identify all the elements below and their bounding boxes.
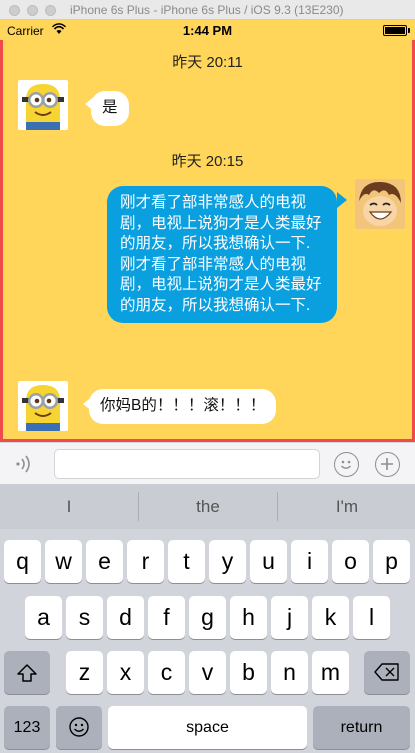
predictive-bar: I the I'm	[0, 484, 415, 529]
voice-wave-icon[interactable]	[14, 453, 40, 475]
emoji-key-icon	[69, 717, 89, 737]
key-y[interactable]: y	[209, 540, 246, 583]
timestamp-label: 昨天 20:11	[172, 54, 243, 71]
key-q[interactable]: q	[4, 540, 41, 583]
key-s[interactable]: s	[66, 596, 103, 639]
status-time: 1:44 PM	[182, 23, 233, 38]
contact-avatar[interactable]	[18, 381, 68, 431]
add-icon[interactable]	[375, 452, 400, 477]
suggestion-item[interactable]: the	[139, 484, 277, 529]
key-c[interactable]: c	[148, 651, 185, 694]
simulator-title-bar: iPhone 6s Plus - iPhone 6s Plus / iOS 9.…	[0, 0, 415, 20]
numbers-key[interactable]: 123	[4, 706, 50, 749]
emoji-key[interactable]	[56, 706, 102, 749]
key-a[interactable]: a	[25, 596, 62, 639]
key-n[interactable]: n	[271, 651, 308, 694]
suggestion-item[interactable]: I	[0, 484, 138, 529]
message-input[interactable]	[54, 449, 320, 479]
key-h[interactable]: h	[230, 596, 267, 639]
key-k[interactable]: k	[312, 596, 349, 639]
key-e[interactable]: e	[86, 540, 123, 583]
incoming-message-bubble[interactable]: 你妈B的！！！滚！！！	[89, 389, 277, 424]
key-p[interactable]: p	[373, 540, 410, 583]
window-title: iPhone 6s Plus - iPhone 6s Plus / iOS 9.…	[70, 3, 344, 17]
battery-nub	[408, 28, 410, 33]
chat-input-toolbar	[0, 442, 415, 484]
delete-key[interactable]	[364, 651, 410, 694]
chat-area[interactable]: 昨天 20:11 是 昨天 20:15 刚才看了部非常感人的电视剧，电视上说狗才…	[0, 40, 415, 442]
cartoon-avatar-icon	[355, 179, 405, 229]
minimize-window-button[interactable]	[27, 5, 38, 16]
key-x[interactable]: x	[107, 651, 144, 694]
key-g[interactable]: g	[189, 596, 226, 639]
key-i[interactable]: i	[291, 540, 328, 583]
key-l[interactable]: l	[353, 596, 390, 639]
return-key[interactable]: return	[313, 706, 410, 749]
outgoing-message-bubble[interactable]: 刚才看了部非常感人的电视剧，电视上说狗才是人类最好的朋友，所以我想确认一下.刚才…	[107, 186, 337, 323]
status-bar: Carrier 1:44 PM	[0, 20, 415, 40]
key-u[interactable]: u	[250, 540, 287, 583]
shift-icon	[17, 664, 37, 682]
key-z[interactable]: z	[66, 651, 103, 694]
minion-avatar-icon	[18, 80, 68, 130]
key-t[interactable]: t	[168, 540, 205, 583]
key-d[interactable]: d	[107, 596, 144, 639]
timestamp-label: 昨天 20:15	[171, 153, 244, 170]
shift-key[interactable]	[4, 651, 50, 694]
key-r[interactable]: r	[127, 540, 164, 583]
key-f[interactable]: f	[148, 596, 185, 639]
battery-icon	[383, 25, 407, 36]
key-w[interactable]: w	[45, 540, 82, 583]
space-key[interactable]: space	[108, 706, 307, 749]
key-m[interactable]: m	[312, 651, 349, 694]
minion-avatar-icon	[18, 381, 68, 431]
contact-avatar[interactable]	[18, 80, 68, 130]
incoming-message-bubble[interactable]: 是	[91, 91, 129, 126]
user-avatar[interactable]	[355, 179, 405, 229]
keyboard: I the I'm q w e r t y u i o p a s d f g …	[0, 484, 415, 753]
delete-icon	[374, 663, 399, 681]
key-v[interactable]: v	[189, 651, 226, 694]
suggestion-item[interactable]: I'm	[278, 484, 415, 529]
bubble-tail	[337, 192, 347, 208]
zoom-window-button[interactable]	[45, 5, 56, 16]
emoji-icon[interactable]	[334, 452, 359, 477]
close-window-button[interactable]	[9, 5, 20, 16]
key-o[interactable]: o	[332, 540, 369, 583]
key-b[interactable]: b	[230, 651, 267, 694]
key-j[interactable]: j	[271, 596, 308, 639]
